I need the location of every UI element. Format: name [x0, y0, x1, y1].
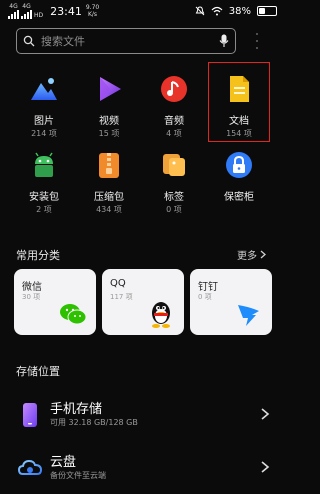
category-label: 视频 — [99, 116, 119, 127]
card-count: 30 项 — [22, 293, 41, 301]
card-dingtalk[interactable]: 钉钉 0 项 — [190, 269, 272, 335]
category-images[interactable]: 图片 214 项 — [14, 74, 74, 139]
storage-subtitle: 可用 32.18 GB/128 GB — [50, 418, 138, 427]
category-label: 保密柜 — [224, 192, 254, 203]
category-safe[interactable]: 保密柜 — [209, 150, 269, 203]
category-count: 434 项 — [96, 205, 122, 214]
search-icon — [23, 35, 35, 47]
chevron-right-icon — [261, 408, 270, 420]
category-count: 0 项 — [166, 205, 182, 214]
hd-label: HD — [34, 11, 44, 19]
storage-item-phone[interactable]: 手机存储 可用 32.18 GB/128 GB — [0, 395, 285, 435]
card-wechat[interactable]: 微信 30 项 — [14, 269, 96, 335]
more-link[interactable]: 更多 — [237, 247, 266, 262]
category-label: 音频 — [164, 116, 184, 127]
safe-box-icon — [226, 152, 252, 178]
speed-unit: K/s — [87, 11, 98, 18]
overflow-menu-icon[interactable] — [254, 33, 260, 49]
network-speed: 9.70 K/s — [86, 4, 99, 18]
battery-icon — [257, 6, 277, 16]
signal-icon — [21, 9, 32, 19]
storage-subtitle: 备份文件至云端 — [50, 471, 106, 480]
category-label: 图片 — [34, 116, 54, 127]
mountain-image-icon — [31, 78, 57, 100]
card-count: 0 项 — [198, 293, 212, 301]
category-label: 标签 — [164, 192, 184, 203]
search-input[interactable]: 搜索文件 — [41, 33, 219, 49]
card-qq[interactable]: QQ 117 项 — [102, 269, 184, 335]
signal-group: 4G 4G HD — [8, 3, 44, 19]
signal-icon — [8, 9, 19, 19]
dingtalk-icon — [238, 305, 259, 326]
category-tags[interactable]: 标签 0 项 — [144, 150, 204, 215]
battery-percent: 38% — [228, 5, 251, 17]
cloud-icon — [18, 459, 42, 475]
zip-archive-icon — [99, 153, 119, 178]
more-label: 更多 — [237, 251, 257, 262]
card-title: 钉钉 — [198, 282, 218, 293]
card-title: QQ — [110, 278, 126, 289]
search-bar[interactable]: 搜索文件 — [16, 28, 236, 54]
category-count: 4 项 — [166, 129, 182, 138]
category-apks[interactable]: 安装包 2 项 — [14, 150, 74, 215]
play-video-icon — [100, 77, 121, 101]
card-title: 微信 — [22, 282, 42, 293]
chevron-right-icon — [261, 461, 270, 473]
common-section-title: 常用分类 — [16, 249, 60, 262]
category-count: 214 项 — [31, 129, 57, 138]
mute-bell-icon — [195, 6, 205, 16]
status-left: 4G 4G HD 23:41 9.70 K/s — [8, 3, 99, 19]
speed-value: 9.70 — [85, 4, 100, 11]
category-label: 压缩包 — [94, 192, 124, 203]
clock-time: 23:41 — [50, 4, 82, 18]
category-label: 安装包 — [29, 192, 59, 203]
category-videos[interactable]: 视频 15 项 — [79, 74, 139, 139]
wechat-icon — [60, 304, 87, 325]
category-archives[interactable]: 压缩包 434 项 — [79, 150, 139, 215]
storage-title: 手机存储 — [50, 402, 103, 417]
card-count: 117 项 — [110, 293, 133, 301]
category-audio[interactable]: 音频 4 项 — [144, 74, 204, 139]
qq-penguin-icon — [152, 302, 170, 328]
status-right: 38% — [195, 6, 277, 17]
storage-item-cloud[interactable]: 云盘 备份文件至云端 — [0, 448, 285, 488]
category-count: 2 项 — [36, 205, 52, 214]
phone-icon — [23, 403, 37, 427]
tag-icon — [163, 154, 185, 176]
chevron-right-icon — [260, 250, 266, 259]
status-bar: 4G 4G HD 23:41 9.70 K/s 38% — [0, 0, 285, 22]
microphone-icon[interactable] — [219, 34, 229, 48]
highlight-box — [208, 62, 270, 142]
storage-section-title: 存储位置 — [16, 365, 60, 378]
android-package-icon — [35, 152, 53, 177]
storage-title: 云盘 — [50, 455, 77, 470]
category-count: 15 项 — [98, 129, 120, 138]
wifi-icon — [211, 6, 223, 16]
music-note-icon — [161, 76, 187, 102]
